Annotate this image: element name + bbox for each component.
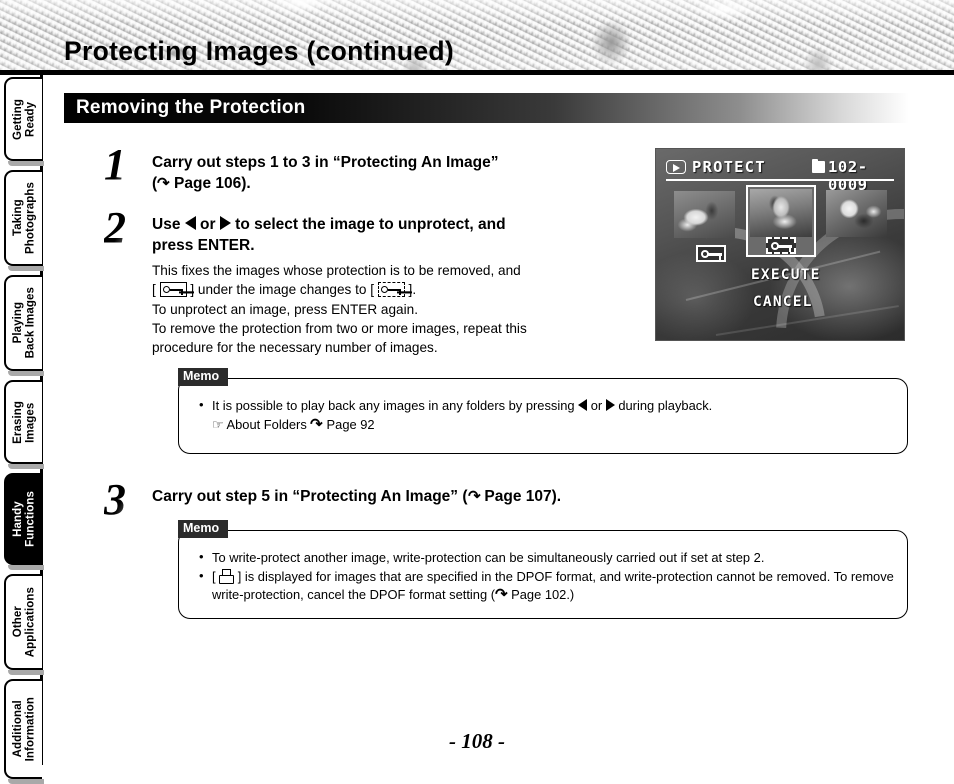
memo-label: Memo bbox=[178, 520, 229, 538]
protect-key-dashed-icon bbox=[377, 282, 405, 298]
tab-shadow bbox=[8, 670, 44, 675]
memo-2-bullet-1: To write-protect another image, write-pr… bbox=[197, 548, 897, 567]
memo-1-bullet-1-text-b: or bbox=[587, 398, 606, 413]
tab-shadow bbox=[8, 266, 44, 271]
header-divider-rule bbox=[0, 70, 954, 75]
step-2-heading-line2: press ENTER. bbox=[152, 237, 255, 254]
sidebar-item-label: Erasing Images bbox=[11, 400, 37, 444]
step-2-body-line5: procedure for the necessary number of im… bbox=[152, 340, 438, 356]
lcd-thumbnail-right[interactable] bbox=[826, 190, 887, 237]
memo-1-subline-page: Page 92 bbox=[322, 417, 375, 432]
step-2-body-line3: To unprotect an image, press ENTER again… bbox=[152, 301, 418, 317]
step-2-body-line1: This fixes the images whose protection i… bbox=[152, 263, 521, 278]
memo-1-list: It is possible to play back any images i… bbox=[197, 396, 897, 434]
sidebar-item-label: Other Applications bbox=[11, 586, 37, 658]
folder-icon bbox=[812, 158, 825, 173]
left-arrow-icon bbox=[184, 216, 196, 230]
camera-lcd-screenshot: PROTECT 102-0009 EXECUTE CANCEL bbox=[655, 148, 905, 341]
page-number: - 108 - bbox=[449, 729, 505, 753]
tab-shadow bbox=[8, 464, 44, 469]
tab-shadow bbox=[8, 161, 44, 166]
lcd-mode-label: PROTECT bbox=[692, 158, 766, 176]
sidebar-item-erasing-images[interactable]: Erasing Images bbox=[4, 380, 42, 464]
step-2-heading: Use or to select the image to unprotect,… bbox=[152, 214, 672, 256]
step-2-heading-mid: or bbox=[195, 216, 220, 233]
page-reference-arrow-icon: ↶ bbox=[467, 488, 481, 505]
step-2-body-line4: To remove the protection from two or mor… bbox=[152, 320, 527, 336]
memo-2-list: To write-protect another image, write-pr… bbox=[197, 548, 897, 605]
sidebar-item-label: Getting Ready bbox=[11, 98, 37, 140]
section-title: Removing the Protection bbox=[76, 97, 306, 118]
memo-2-bullet-2: [ ] is displayed for images that are spe… bbox=[197, 567, 897, 604]
memo-2-bullet-2-text-b: ] is displayed for images that are speci… bbox=[234, 569, 773, 584]
step-number-1: 1 bbox=[104, 143, 150, 187]
step-3-heading-text-b: Page 107). bbox=[480, 488, 562, 505]
tab-shadow bbox=[8, 565, 44, 570]
right-arrow-icon bbox=[605, 399, 615, 411]
step-2-body-line2: [ ] under the image changes to [ ]. bbox=[152, 280, 662, 299]
bracket-close: ]. bbox=[404, 282, 417, 298]
pointing-hand-icon: ☞ bbox=[212, 417, 224, 432]
memo-2-bullet-2-text-d: Page 102.) bbox=[507, 587, 575, 602]
left-arrow-icon bbox=[578, 399, 588, 411]
lcd-protect-key-icon-left bbox=[696, 245, 726, 262]
step-3-heading: Carry out step 5 in “Protecting An Image… bbox=[152, 486, 752, 507]
bracket-open: [ bbox=[152, 282, 160, 298]
page-title: Protecting Images (continued) bbox=[64, 36, 455, 66]
memo-1-bullet-1-text-c: during playback. bbox=[614, 398, 713, 413]
memo-1-subline-text: About Folders bbox=[226, 417, 307, 432]
lcd-execute-option[interactable]: EXECUTE bbox=[751, 267, 821, 283]
step-1-heading: Carry out steps 1 to 3 in “Protecting An… bbox=[152, 152, 652, 194]
page-reference-arrow-icon: ↶ bbox=[157, 175, 170, 192]
sidebar-item-playing-back-images[interactable]: Playing Back Images bbox=[4, 275, 42, 371]
memo-1-bullet-1: It is possible to play back any images i… bbox=[197, 396, 897, 415]
bracket-open: [ bbox=[212, 569, 220, 584]
memo-box-2: Memo To write-protect another image, wri… bbox=[178, 520, 908, 619]
right-arrow-icon bbox=[219, 216, 231, 230]
lcd-thumbnail-left[interactable] bbox=[674, 191, 735, 238]
step-2-body: This fixes the images whose protection i… bbox=[152, 261, 662, 357]
lcd-title-row: PROTECT 102-0009 bbox=[666, 158, 896, 194]
sidebar-item-other-applications[interactable]: Other Applications bbox=[4, 574, 42, 670]
lcd-cancel-option[interactable]: CANCEL bbox=[753, 294, 813, 310]
lcd-title-underline bbox=[666, 179, 894, 181]
sidebar-item-label: Playing Back Images bbox=[11, 287, 37, 359]
step-1-heading-line1: Carry out steps 1 to 3 in “Protecting An… bbox=[152, 154, 499, 171]
step-2-heading-prefix: Use bbox=[152, 216, 185, 233]
sidebar-item-label: Handy Functions bbox=[11, 491, 37, 547]
playback-mode-icon bbox=[666, 160, 686, 174]
memo-label: Memo bbox=[178, 368, 229, 386]
memo-box-1: Memo It is possible to play back any ima… bbox=[178, 368, 908, 454]
dpof-print-icon bbox=[219, 569, 235, 584]
protect-key-icon bbox=[159, 282, 187, 298]
step-number-2: 2 bbox=[104, 206, 150, 250]
tab-shadow bbox=[8, 371, 44, 376]
section-header-bar: Removing the Protection bbox=[64, 93, 909, 123]
sidebar-item-getting-ready[interactable]: Getting Ready bbox=[4, 77, 42, 161]
sidebar-tabs: Getting Ready Taking Photographs Playing… bbox=[0, 75, 44, 784]
lcd-file-number: 102-0009 bbox=[828, 158, 868, 194]
memo-1-subline: ☞ About Folders ↶ Page 92 bbox=[197, 416, 897, 434]
lcd-protect-key-icon-center-dashed bbox=[766, 237, 796, 254]
step-1-heading-line2-suffix: Page 106). bbox=[169, 175, 251, 192]
memo-1-bullet-1-text-a: It is possible to play back any images i… bbox=[212, 398, 579, 413]
mid-text: ] under the image changes to [ bbox=[186, 282, 378, 298]
page-reference-arrow-icon: ↶ bbox=[310, 416, 323, 433]
page-reference-arrow-icon: ↶ bbox=[494, 586, 508, 603]
sidebar-item-label: Taking Photographs bbox=[11, 181, 37, 254]
step-2-heading-suffix: to select the image to unprotect, and bbox=[230, 216, 506, 233]
tab-shadow bbox=[8, 779, 44, 784]
step-number-3: 3 bbox=[104, 478, 150, 522]
sidebar-item-handy-functions[interactable]: Handy Functions bbox=[4, 473, 42, 565]
step-3-heading-text-a: Carry out step 5 in “Protecting An Image… bbox=[152, 488, 468, 505]
sidebar-item-taking-photographs[interactable]: Taking Photographs bbox=[4, 170, 42, 266]
